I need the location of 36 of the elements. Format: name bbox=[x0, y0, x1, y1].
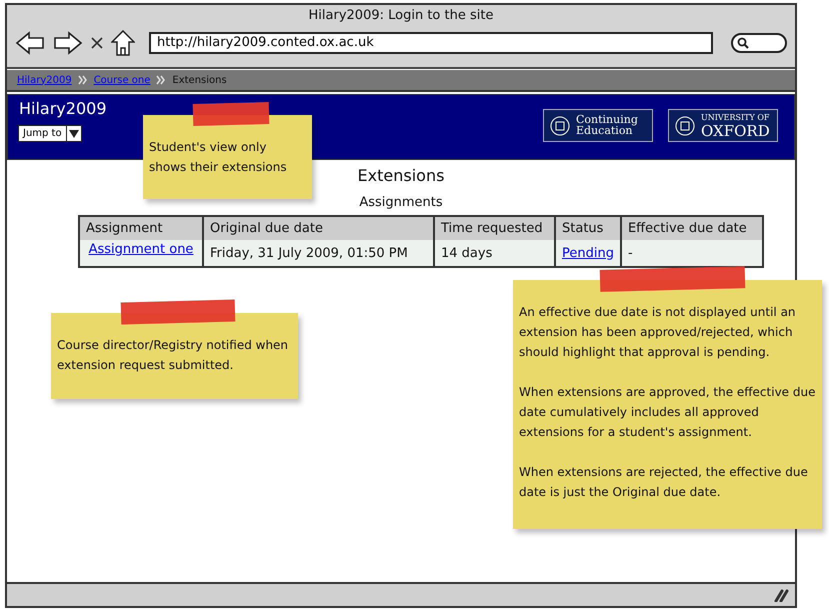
note-text: When extensions are approved, the effective due date cumulatively includes all approved extensions for a student's assignment. bbox=[519, 384, 816, 441]
table-cell: Friday, 31 July 2009, 01:50 PM bbox=[203, 240, 434, 267]
page-title: Extensions bbox=[358, 166, 444, 185]
note-text: Student's view only shows their extensions bbox=[149, 139, 288, 176]
search-icon bbox=[737, 37, 749, 49]
column-header: Status bbox=[555, 216, 621, 240]
address-field[interactable]: http://hilary2009.conted.ox.ac.uk bbox=[149, 32, 713, 54]
column-header: Original due date bbox=[203, 216, 434, 240]
forward-arrow-icon[interactable] bbox=[53, 31, 83, 55]
table-cell: - bbox=[620, 240, 763, 267]
note-text: When extensions are rejected, the effective due date is just the Original due date. bbox=[519, 464, 809, 501]
column-header: Effective due date bbox=[620, 216, 763, 240]
window-title: Hilary2009: Login to the site bbox=[308, 8, 494, 23]
column-header: Time requested bbox=[434, 216, 555, 240]
home-icon[interactable] bbox=[111, 30, 135, 56]
table-cell: 14 days bbox=[434, 240, 555, 267]
breadcrumb-current: Extensions bbox=[172, 74, 227, 86]
logo-text: OXFORD bbox=[701, 123, 770, 139]
search-field[interactable] bbox=[731, 33, 787, 53]
logo-text: Continuing bbox=[576, 114, 638, 125]
chevron-icon bbox=[78, 75, 88, 85]
note-text: Course director/Registry notified when extension request submitted. bbox=[57, 337, 290, 374]
back-arrow-icon[interactable] bbox=[15, 31, 45, 55]
logo-text: UNIVERSITY OF bbox=[701, 112, 770, 123]
caret-icon bbox=[68, 130, 79, 138]
crest-icon bbox=[550, 114, 570, 138]
note-text: An effective due date is not displayed until an extension has been approved/rejected, which should highlight that approval is pending. bbox=[519, 304, 797, 361]
close-icon[interactable] bbox=[91, 37, 103, 49]
logo-text: Education bbox=[576, 125, 633, 137]
column-header: Assignment bbox=[79, 216, 203, 240]
jump-menu[interactable]: Jump to bbox=[18, 125, 82, 142]
resize-grip-icon[interactable] bbox=[773, 588, 789, 602]
chevron-icon bbox=[156, 75, 166, 85]
crest-icon bbox=[675, 114, 695, 138]
site-name: Hilary2009 bbox=[19, 99, 106, 118]
section-title: Assignments bbox=[359, 195, 443, 210]
